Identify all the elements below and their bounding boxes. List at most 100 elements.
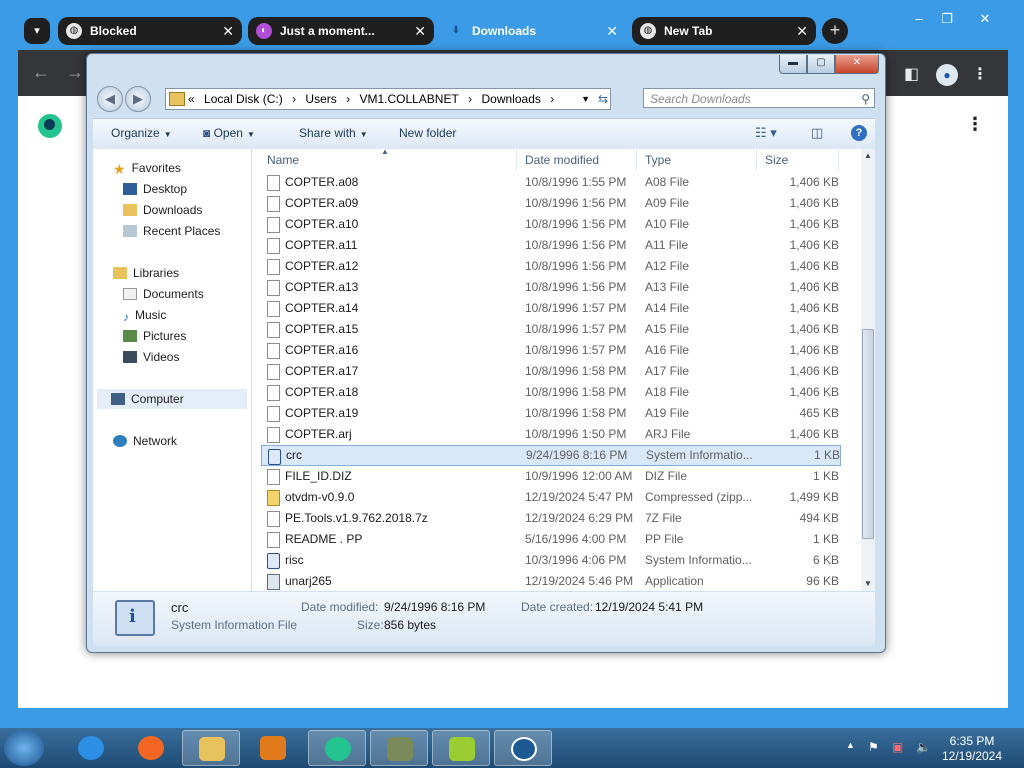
file-row[interactable]: otvdm-v0.9.0 12/19/2024 5:47 PM Compressed…	[261, 487, 841, 508]
refresh-icon[interactable]: ⇆	[598, 89, 608, 109]
folder-icon	[199, 737, 225, 761]
file-row[interactable]: COPTER.a08 10/8/1996 1:55 PM A08 File 1,406…	[261, 172, 841, 193]
file-row[interactable]: FILE_ID.DIZ 10/9/1996 12:00 AM DIZ File 1 K…	[261, 466, 841, 487]
taskbar-editor[interactable]	[432, 730, 490, 766]
nav-computer[interactable]: Computer	[97, 389, 247, 409]
nav-desktop[interactable]: Desktop	[123, 182, 187, 196]
file-type: System Informatio...	[646, 448, 753, 462]
nav-libraries[interactable]: Libraries	[113, 266, 179, 280]
file-row[interactable]: COPTER.a15 10/8/1996 1:57 PM A15 File 1,406…	[261, 319, 841, 340]
file-row[interactable]: COPTER.a18 10/8/1996 1:58 PM A18 File 1,406…	[261, 382, 841, 403]
forward-button[interactable]: ▶	[125, 86, 151, 112]
close-tab-icon[interactable]: ✕	[414, 17, 426, 45]
file-row[interactable]: COPTER.a16 10/8/1996 1:57 PM A16 File 1,406…	[261, 340, 841, 361]
file-row[interactable]: COPTER.a19 10/8/1996 1:58 PM A19 File 465 K…	[261, 403, 841, 424]
preview-pane-icon[interactable]: ◫	[811, 125, 823, 141]
file-row[interactable]: PE.Tools.v1.9.762.2018.7z 12/19/2024 6:29…	[261, 508, 841, 529]
back-arrow-icon[interactable]: ←	[32, 62, 50, 83]
volume-muted-icon[interactable]: 🔈	[916, 740, 931, 754]
scrollbar-thumb[interactable]	[862, 329, 874, 539]
nav-favorites[interactable]: ★ Favorites	[113, 161, 181, 177]
breadcrumb-separator[interactable]: ›	[468, 92, 472, 106]
taskbar-app[interactable]	[308, 730, 366, 766]
tab-just-a-moment[interactable]: ◐ Just a moment... ✕	[248, 17, 434, 45]
file-row[interactable]: COPTER.a17 10/8/1996 1:58 PM A17 File 1,406…	[261, 361, 841, 382]
file-row[interactable]: COPTER.a11 10/8/1996 1:56 PM A11 File 1,406…	[261, 235, 841, 256]
share-with-button[interactable]: Share with ▼	[299, 126, 368, 140]
breadcrumb-overflow[interactable]: «	[188, 92, 195, 106]
network-status-icon[interactable]: ▣	[892, 740, 903, 754]
browser-maximize-button[interactable]: ❐	[932, 8, 962, 30]
tab-search-button[interactable]: ▾	[24, 18, 50, 44]
tab-blocked[interactable]: ◍ Blocked ✕	[58, 17, 242, 45]
column-header-name[interactable]: Name ▲	[261, 147, 517, 171]
nav-recent-places[interactable]: Recent Places	[123, 224, 220, 238]
nav-videos[interactable]: Videos	[123, 350, 179, 364]
column-header-size[interactable]: Size	[759, 149, 839, 171]
nav-pictures[interactable]: Pictures	[123, 329, 186, 343]
close-tab-icon[interactable]: ✕	[796, 17, 808, 45]
chrome-menu-icon[interactable]: ⋮	[972, 64, 988, 84]
change-view-icon[interactable]: ☷ ▾	[755, 125, 777, 141]
taskbar-explorer[interactable]	[182, 730, 240, 766]
file-row[interactable]: risc 10/3/1996 4:06 PM System Informatio..…	[261, 550, 841, 571]
taskbar-t-app[interactable]	[494, 730, 552, 766]
vertical-scrollbar[interactable]: ▲ ▼	[861, 149, 875, 591]
scroll-down-icon[interactable]: ▼	[864, 579, 872, 588]
file-row[interactable]: COPTER.a10 10/8/1996 1:56 PM A10 File 1,406…	[261, 214, 841, 235]
minimize-button[interactable]: ▬	[779, 55, 807, 74]
address-bar[interactable]: « Local Disk (C:) › Users › VM1.COLLABNE…	[165, 88, 611, 110]
close-tab-icon[interactable]: ✕	[606, 17, 618, 45]
show-hidden-icons[interactable]: ▲	[846, 740, 855, 750]
file-row[interactable]: crc 9/24/1996 8:16 PM System Informatio...…	[261, 445, 841, 466]
scroll-up-icon[interactable]: ▲	[864, 151, 872, 160]
tab-new-tab[interactable]: ◍ New Tab ✕	[632, 17, 816, 45]
back-button[interactable]: ◀	[97, 86, 123, 112]
close-tab-icon[interactable]: ✕	[222, 17, 234, 45]
file-row[interactable]: COPTER.arj 10/8/1996 1:50 PM ARJ File 1,406…	[261, 424, 841, 445]
nav-documents[interactable]: Documents	[123, 287, 204, 301]
file-row[interactable]: README . PP 5/16/1996 4:00 PM PP File 1 KB	[261, 529, 841, 550]
file-row[interactable]: COPTER.a12 10/8/1996 1:56 PM A12 File 1,406…	[261, 256, 841, 277]
file-row[interactable]: unarj265 12/19/2024 5:46 PM Application 96 …	[261, 571, 841, 592]
taskbar-clock[interactable]: 6:35 PM 12/19/2024	[940, 734, 1004, 764]
page-menu-icon[interactable]: ⋮	[966, 114, 984, 135]
maximize-button[interactable]: ▢	[807, 55, 835, 74]
close-button[interactable]: ✕	[835, 55, 879, 74]
taskbar-ie[interactable]	[62, 730, 120, 766]
search-input[interactable]: Search Downloads ⚲	[643, 88, 875, 108]
breadcrumb-local-disk[interactable]: Local Disk (C:)	[204, 92, 283, 106]
organize-button[interactable]: Organize ▼	[111, 126, 172, 140]
taskbar-network-tool[interactable]	[370, 730, 428, 766]
file-row[interactable]: COPTER.a13 10/8/1996 1:56 PM A13 File 1,406…	[261, 277, 841, 298]
side-panel-icon[interactable]: ◧	[904, 64, 919, 84]
start-button[interactable]	[4, 730, 44, 766]
breadcrumb-vm1[interactable]: VM1.COLLABNET	[359, 92, 458, 106]
taskbar-media-player[interactable]	[244, 730, 302, 766]
nav-music[interactable]: ♪ Music	[123, 308, 166, 324]
open-button[interactable]: ◙ Open ▼	[203, 126, 255, 140]
breadcrumb-downloads[interactable]: Downloads	[482, 92, 541, 106]
help-icon[interactable]: ?	[851, 125, 867, 141]
column-header-date[interactable]: Date modified	[519, 149, 637, 171]
column-header-type[interactable]: Type	[639, 149, 757, 171]
action-center-icon[interactable]: ⚑	[868, 740, 879, 754]
profile-avatar-icon[interactable]: ●	[936, 64, 958, 86]
search-icon[interactable]: ⚲	[861, 89, 870, 109]
breadcrumb-separator[interactable]: ›	[346, 92, 350, 106]
breadcrumb-separator[interactable]: ›	[550, 92, 554, 106]
file-row[interactable]: COPTER.a14 10/8/1996 1:57 PM A14 File 1,406…	[261, 298, 841, 319]
tab-downloads[interactable]: ⬇ Downloads ✕	[440, 17, 626, 49]
address-dropdown-icon[interactable]: ▼	[581, 89, 590, 109]
breadcrumb-separator[interactable]: ›	[292, 92, 296, 106]
nav-downloads[interactable]: Downloads	[123, 203, 202, 217]
new-tab-button[interactable]: +	[822, 18, 848, 44]
nav-network[interactable]: Network	[113, 434, 177, 448]
taskbar-firefox[interactable]	[122, 730, 180, 766]
browser-minimize-button[interactable]: –	[904, 8, 934, 30]
new-folder-button[interactable]: New folder	[399, 126, 456, 140]
file-row[interactable]: COPTER.a09 10/8/1996 1:56 PM A09 File 1,406…	[261, 193, 841, 214]
forward-arrow-icon[interactable]: →	[66, 62, 84, 83]
breadcrumb-users[interactable]: Users	[305, 92, 336, 106]
browser-close-button[interactable]: ✕	[968, 8, 1002, 30]
